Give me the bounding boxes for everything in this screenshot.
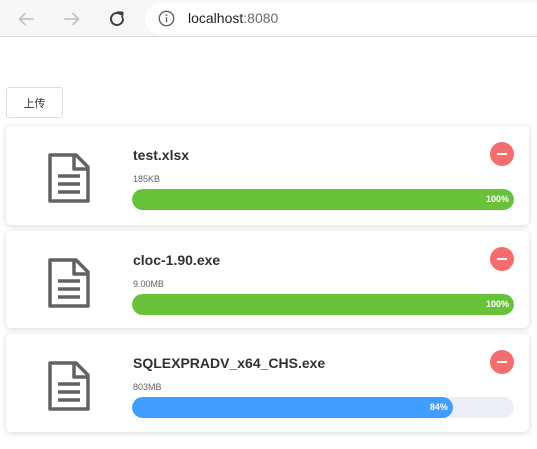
remove-button[interactable]: [490, 350, 514, 374]
minus-icon: [497, 361, 507, 363]
file-name: test.xlsx: [133, 147, 190, 163]
minus-icon: [497, 258, 507, 260]
file-size: 9.00MB: [133, 279, 165, 289]
document-icon: [48, 258, 90, 308]
info-icon[interactable]: [158, 10, 175, 27]
progress-bar: 100%: [132, 189, 514, 210]
back-button[interactable]: [12, 5, 40, 33]
progress-bar: 84%: [132, 397, 514, 418]
forward-button[interactable]: [58, 5, 86, 33]
file-card: cloc-1.90.exe 9.00MB 100%: [6, 231, 529, 328]
document-icon: [48, 153, 90, 203]
progress-fill: 100%: [132, 189, 514, 210]
forward-arrow-icon: [64, 12, 80, 26]
file-card: SQLEXPRADV_x64_CHS.exe 803MB 84%: [6, 334, 529, 432]
minus-icon: [497, 153, 507, 155]
file-card: test.xlsx 185KB 100%: [6, 126, 529, 225]
browser-toolbar: localhost:8080: [0, 0, 537, 37]
url-host: localhost: [188, 10, 244, 26]
progress-label: 84%: [429, 402, 448, 412]
url-port: :8080: [243, 10, 279, 26]
reload-button[interactable]: [103, 5, 131, 33]
file-size: 803MB: [133, 382, 162, 392]
back-arrow-icon: [18, 12, 34, 26]
file-size: 185KB: [133, 174, 161, 184]
progress-label: 100%: [485, 299, 509, 309]
progress-bar: 100%: [132, 294, 514, 315]
progress-label: 100%: [485, 194, 509, 204]
upload-button[interactable]: 上传: [6, 87, 63, 118]
document-icon: [48, 361, 90, 411]
url-text: localhost:8080: [188, 10, 278, 27]
remove-button[interactable]: [490, 247, 514, 271]
progress-fill: 100%: [132, 294, 514, 315]
remove-button[interactable]: [490, 142, 514, 166]
reload-icon: [110, 11, 124, 26]
address-bar[interactable]: localhost:8080: [145, 3, 537, 34]
file-name: SQLEXPRADV_x64_CHS.exe: [133, 355, 326, 371]
progress-fill: 84%: [132, 397, 453, 418]
file-name: cloc-1.90.exe: [133, 252, 221, 268]
